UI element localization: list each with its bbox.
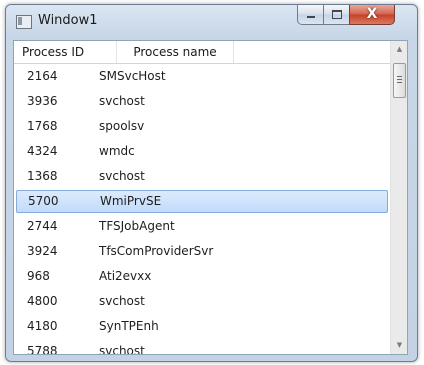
process-name-cell: spoolsv	[99, 119, 145, 133]
close-icon: X	[366, 6, 378, 22]
process-id-cell: 3936	[27, 94, 58, 108]
process-id-cell: 4324	[27, 144, 58, 158]
process-name-cell: TfsComProviderSvr	[99, 244, 214, 258]
list-item[interactable]: 2164 SMSvcHost	[14, 64, 390, 89]
maximize-button[interactable]	[323, 5, 350, 25]
list-item[interactable]: 3936 svchost	[14, 89, 390, 114]
thumb-grip-icon	[397, 76, 402, 77]
process-id-cell: 5788	[27, 344, 58, 354]
process-id-cell: 1768	[27, 119, 58, 133]
process-id-cell: 2744	[27, 219, 58, 233]
process-name-cell: svchost	[99, 94, 145, 108]
list-item[interactable]: 3924 TfsComProviderSvr	[14, 239, 390, 264]
process-name-cell: TFSJobAgent	[99, 219, 175, 233]
main-window: Window1 X Process ID Process name 2164 SM…	[5, 4, 418, 362]
process-id-cell: 5700	[28, 194, 59, 208]
process-name-cell: WmiPrvSE	[100, 194, 162, 208]
list-item[interactable]: 968 Ati2evxx	[14, 264, 390, 289]
maximize-icon	[332, 10, 342, 19]
process-name-cell: svchost	[99, 344, 145, 354]
thumb-grip-icon	[397, 79, 402, 80]
list-item[interactable]: 2744 TFSJobAgent	[14, 214, 390, 239]
column-header-process-name[interactable]: Process name	[117, 41, 234, 63]
process-name-cell: Ati2evxx	[99, 269, 152, 283]
process-name-cell: svchost	[99, 294, 145, 308]
process-name-cell: SMSvcHost	[99, 69, 166, 83]
process-name-cell: wmdc	[99, 144, 135, 158]
scroll-up-arrow-icon[interactable]: ▲	[391, 41, 407, 58]
list-rows: 2164 SMSvcHost 3936 svchost 1768 spoolsv 4324 w…	[14, 64, 390, 354]
scroll-down-arrow-icon[interactable]: ▼	[391, 337, 407, 354]
process-id-cell: 1368	[27, 169, 58, 183]
process-id-cell: 4180	[27, 319, 58, 333]
thumb-grip-icon	[397, 82, 402, 83]
close-button[interactable]: X	[349, 5, 395, 25]
minimize-button[interactable]	[297, 5, 324, 25]
minimize-icon	[307, 16, 315, 18]
process-list-view: Process ID Process name 2164 SMSvcHost 393…	[13, 40, 408, 355]
scrollbar-thumb[interactable]	[393, 63, 406, 98]
process-name-cell: svchost	[99, 169, 145, 183]
list-item-selected[interactable]: 5700 WmiPrvSE	[16, 190, 388, 213]
process-name-cell: SynTPEnh	[99, 319, 159, 333]
process-id-cell: 2164	[27, 69, 58, 83]
window-title: Window1	[38, 13, 98, 28]
list-item[interactable]: 1368 svchost	[14, 164, 390, 189]
column-header-process-id[interactable]: Process ID	[14, 41, 117, 63]
window-icon[interactable]	[16, 15, 32, 29]
vertical-scrollbar[interactable]: ▲ ▼	[390, 41, 407, 354]
list-header: Process ID Process name	[14, 41, 390, 64]
list-item[interactable]: 4324 wmdc	[14, 139, 390, 164]
list-item[interactable]: 4180 SynTPEnh	[14, 314, 390, 339]
list-item[interactable]: 1768 spoolsv	[14, 114, 390, 139]
process-id-cell: 3924	[27, 244, 58, 258]
process-id-cell: 968	[27, 269, 50, 283]
process-id-cell: 4800	[27, 294, 58, 308]
list-item[interactable]: 5788 svchost	[14, 339, 390, 354]
list-item[interactable]: 4800 svchost	[14, 289, 390, 314]
title-bar[interactable]: Window1 X	[6, 5, 417, 39]
